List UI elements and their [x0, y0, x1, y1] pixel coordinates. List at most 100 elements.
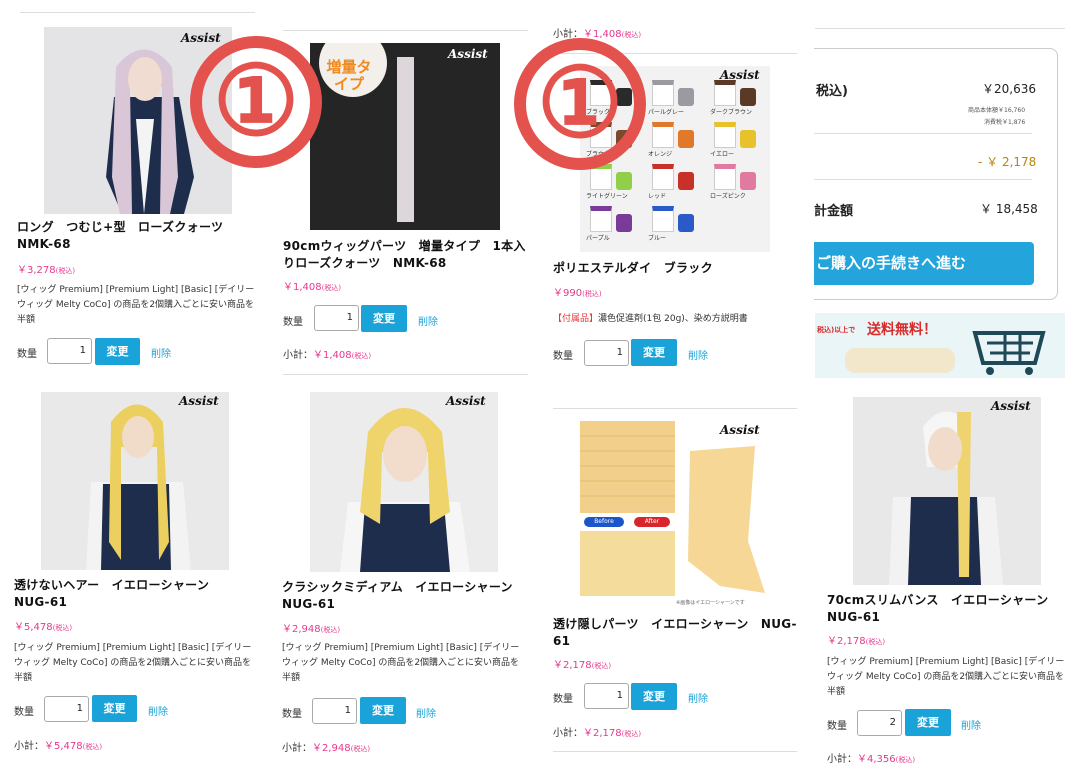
divider: [20, 12, 255, 13]
divider: [814, 133, 1032, 134]
dye-jar: [678, 172, 694, 190]
quantity-input[interactable]: 2: [857, 710, 902, 736]
promotion-note: [ウィッグ Premium] [Premium Light] [Basic] […: [14, 643, 252, 683]
brand-logo: Assist: [720, 423, 760, 437]
change-button[interactable]: 変更: [631, 683, 677, 710]
product-price: ￥2,948(税込): [282, 624, 341, 635]
dye-jar: [740, 130, 756, 148]
delete-link[interactable]: 削除: [148, 703, 168, 718]
delete-link[interactable]: 削除: [416, 705, 436, 720]
dye-swatch-label: パープル: [586, 235, 610, 242]
quantity-input[interactable]: 1: [314, 305, 359, 331]
product-name[interactable]: 透け隠しパーツ イエローシャーン NUG-61: [553, 616, 798, 650]
product-name[interactable]: ロング つむじ+型 ローズクォーツ NMK-68: [17, 219, 257, 253]
subtotal: 小計：￥2,178(税込): [553, 728, 642, 739]
divider: [814, 179, 1032, 180]
quantity-label: 数量: [17, 349, 37, 360]
product-image-yellow-long: Assist: [41, 392, 229, 570]
dye-swatch-label: レッド: [648, 193, 667, 200]
product-name[interactable]: クラシックミディアム イエローシャーンNUG-61: [282, 579, 527, 613]
quantity-input[interactable]: 1: [584, 683, 629, 709]
dye-swatch-label: ダークブラウン: [710, 109, 753, 116]
grand-total-amount: ￥ 18,458: [980, 202, 1038, 216]
circled-number-marker: ①: [190, 36, 322, 168]
dye-swatch-label: ブルー: [648, 235, 667, 242]
consumption-tax: 消費税￥1,876: [984, 119, 1026, 126]
dye-jar: [616, 214, 632, 232]
dye-jar: [616, 172, 632, 190]
product-name[interactable]: ポリエステルダイ ブラック: [553, 260, 798, 277]
product-image-concealer-part: Before After ※画像はイエローシャーンです Assist: [580, 421, 770, 609]
delete-link[interactable]: 削除: [418, 313, 438, 328]
dye-packet: [714, 164, 736, 190]
quantity-label: 数量: [282, 709, 302, 720]
subtotal: 小計：￥5,478(税込): [14, 741, 103, 752]
dye-packet: [652, 164, 674, 190]
delete-link[interactable]: 削除: [688, 690, 708, 705]
brand-logo: Assist: [181, 31, 221, 45]
dye-swatch: ブルー: [648, 206, 704, 244]
quantity-input[interactable]: 1: [584, 340, 629, 366]
product-name[interactable]: 90cmウィッグパーツ 増量タイプ 1本入りローズクォーツ NMK-68: [283, 238, 528, 272]
change-button[interactable]: 変更: [92, 695, 137, 722]
brand-logo: Assist: [179, 394, 219, 408]
quantity-label: 数量: [14, 707, 34, 718]
delete-link[interactable]: 削除: [688, 347, 708, 362]
product-price: ￥2,178(税込): [827, 636, 886, 647]
discount-amount: - ￥ 2,178: [978, 155, 1037, 169]
quantity-input[interactable]: 1: [44, 696, 89, 722]
divider: [553, 408, 797, 409]
product-price: ￥990(税込): [553, 288, 602, 299]
quantity-label: 数量: [283, 317, 303, 328]
dye-swatch: パープル: [586, 206, 642, 244]
quantity-label: 数量: [553, 694, 573, 705]
dye-swatch: ライトグリーン: [586, 164, 642, 202]
product-price: ￥1,408(税込): [283, 282, 342, 293]
dye-swatch: レッド: [648, 164, 704, 202]
change-button[interactable]: 変更: [95, 338, 140, 365]
quantity-input[interactable]: 1: [312, 698, 357, 724]
dye-jar: [678, 88, 694, 106]
cart-screenshot-collage: Assist ロング つむじ+型 ローズクォーツ NMK-68 ￥3,278(税…: [0, 0, 1080, 771]
dye-jar: [678, 130, 694, 148]
subtotal: 小計：￥1,408(税込): [283, 350, 372, 361]
checkout-button[interactable]: ご購入の手続きへ進む: [814, 242, 1034, 285]
quantity-label: 数量: [827, 721, 847, 732]
free-shipping-banner[interactable]: 税込)以上で 送料無料！: [815, 313, 1065, 378]
product-name[interactable]: 透けないヘアー イエローシャーン NUG-61: [14, 577, 254, 611]
change-button[interactable]: 変更: [631, 339, 677, 366]
brand-logo: Assist: [446, 394, 486, 408]
circled-number-marker: ①: [514, 38, 646, 170]
quantity-input[interactable]: 1: [47, 338, 92, 364]
delete-link[interactable]: 削除: [151, 345, 171, 360]
dye-packet: [652, 206, 674, 232]
change-button[interactable]: 変更: [905, 709, 951, 736]
dye-packet: [714, 122, 736, 148]
divider: [553, 751, 797, 752]
product-image-slim-bangs: Assist: [853, 397, 1041, 585]
product-price: ￥2,178(税込): [553, 660, 612, 671]
dye-swatch: イエロー: [710, 122, 766, 160]
image-caption: ※画像はイエローシャーンです: [676, 600, 745, 606]
dye-packet: [652, 122, 674, 148]
change-button[interactable]: 変更: [360, 697, 406, 724]
subtotal: 小計：￥1,408(税込): [553, 29, 642, 40]
product-image-classic-medium: Assist: [310, 392, 498, 572]
dye-swatch-label: ライトグリーン: [586, 193, 628, 200]
brand-logo: Assist: [991, 399, 1031, 413]
accessory-note: 【付属品】濃色促進剤(1包 20g)、染め方説明書: [553, 314, 748, 324]
subtotal: 小計：￥2,948(税込): [282, 743, 371, 754]
change-button[interactable]: 変更: [361, 305, 407, 332]
dye-swatch-label: オレンジ: [648, 151, 673, 158]
subtotal: 小計：￥4,356(税込): [827, 754, 916, 765]
delete-link[interactable]: 削除: [961, 717, 981, 732]
tax-included-label: 税込): [816, 84, 848, 99]
product-price: ￥5,478(税込): [14, 622, 73, 633]
before-badge: Before: [584, 517, 624, 527]
dye-jar: [740, 172, 756, 190]
dye-swatch: ローズピンク: [710, 164, 766, 202]
promotion-note: [ウィッグ Premium] [Premium Light] [Basic] […: [827, 657, 1065, 697]
product-price: ￥3,278(税込): [17, 265, 76, 276]
grand-total-label: 計金額: [814, 204, 854, 219]
product-name[interactable]: 70cmスリムバンス イエローシャーンNUG-61: [827, 592, 1067, 626]
